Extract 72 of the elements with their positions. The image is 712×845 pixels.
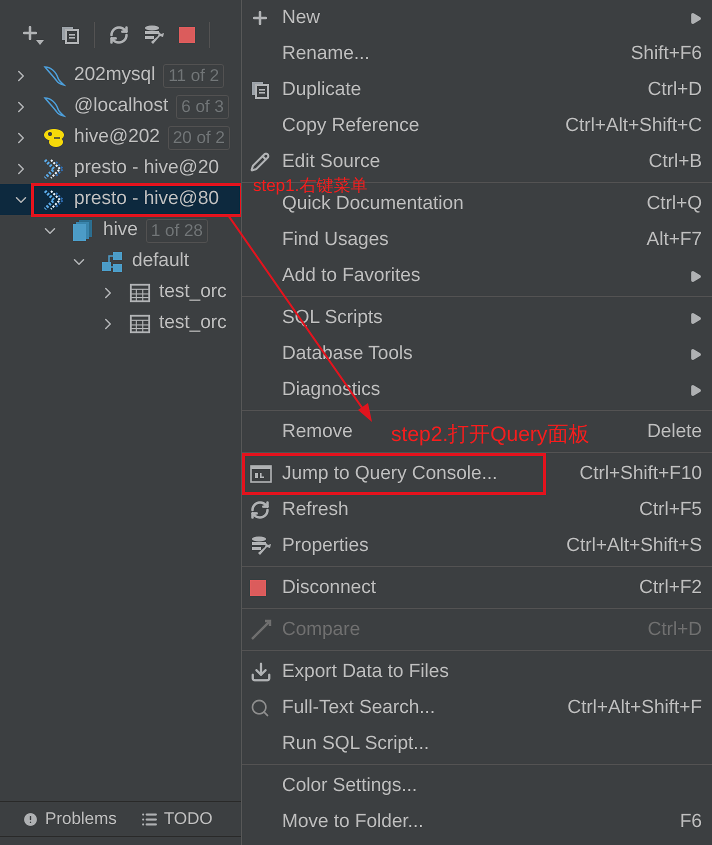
search-icon (250, 698, 270, 718)
menu-item[interactable]: Duplicate (282, 76, 362, 104)
menu-item[interactable]: Rename... (282, 40, 370, 68)
properties-icon (250, 535, 272, 557)
tree-item[interactable]: default (0, 246, 241, 277)
menu-item[interactable]: Move to Folder... (282, 808, 424, 836)
annotation-text: step1.右键菜单 (253, 176, 368, 195)
dolphin-icon (42, 64, 66, 88)
shortcut-label: Delete (647, 420, 702, 444)
tree-label: presto - hive@20 (74, 156, 219, 180)
menu-item[interactable]: Find Usages (282, 226, 389, 254)
tree-item[interactable]: test_orc (0, 308, 241, 339)
menu-item[interactable]: Remove (282, 418, 353, 446)
schema-icon (100, 250, 124, 274)
menu-item[interactable]: Copy Reference (282, 112, 420, 140)
menu-item[interactable]: Properties (282, 532, 369, 560)
menu-item[interactable]: Add to Favorites (282, 262, 420, 290)
shortcut-label: Ctrl+D (648, 78, 702, 102)
shortcut-label: Ctrl+Q (646, 192, 702, 216)
shortcut-label: Ctrl+B (648, 150, 702, 174)
properties-icon (143, 24, 165, 46)
tree-label: hive@202 (74, 125, 160, 150)
tree-label: test_orc (159, 311, 227, 336)
tree-label: @localhost (74, 94, 168, 118)
menu-item[interactable]: Edit Source (282, 148, 380, 176)
tree-label: hive (103, 218, 138, 242)
chevron-logo-icon (42, 156, 66, 180)
chevron-logo-icon (42, 188, 66, 212)
plus-icon (250, 8, 270, 28)
shortcut-label: Alt+F7 (646, 228, 702, 252)
shortcut-label: Shift+F6 (630, 42, 702, 66)
pencil-icon (250, 152, 270, 172)
menu-item[interactable]: Full-Text Search... (282, 694, 436, 722)
menu-item[interactable]: Color Settings... (282, 772, 418, 800)
tree-label: presto - hive@80 (74, 187, 219, 212)
warning-icon (22, 810, 39, 828)
refresh-icon[interactable] (109, 25, 129, 45)
list-icon (140, 810, 158, 828)
shortcut-label: Ctrl+Alt+Shift+C (565, 114, 702, 138)
add-dropdown-icon[interactable] (20, 23, 46, 47)
refresh-icon (250, 500, 270, 520)
stop-icon (250, 580, 266, 596)
annotation-text: step2.打开Query面板 (391, 422, 590, 448)
menu-item[interactable]: Disconnect (282, 574, 376, 602)
menu-item[interactable]: Jump to Query Console... (282, 460, 498, 488)
duplicate-icon (250, 80, 270, 100)
tool-window-tab[interactable]: Problems (22, 806, 117, 832)
table-icon (129, 312, 151, 334)
duplicate-icon (60, 25, 80, 45)
tree-label: 202mysql (74, 63, 156, 88)
compare-icon (250, 619, 272, 641)
shortcut-label: Ctrl+F5 (639, 498, 702, 522)
menu-item[interactable]: New (282, 4, 320, 32)
shortcut-label: Ctrl+Alt+Shift+S (566, 534, 702, 558)
menu-item[interactable]: Export Data to Files (282, 658, 449, 686)
console-icon (250, 464, 272, 484)
dolphin-icon (42, 94, 66, 118)
download-icon (250, 661, 272, 683)
tree-label: test_orc (159, 280, 227, 304)
shortcut-label: F6 (680, 810, 702, 834)
tool-window-tab[interactable]: TODO (140, 806, 213, 832)
shortcut-label: Ctrl+F2 (639, 576, 702, 600)
table-icon (129, 282, 151, 304)
tree-label: default (132, 249, 190, 274)
tree-item[interactable]: test_orc (0, 277, 241, 308)
stacked-pages-icon (71, 218, 95, 242)
shortcut-label: Ctrl+Shift+F10 (580, 462, 702, 486)
tree-item[interactable]: presto - hive@20 (0, 153, 241, 184)
menu-item[interactable]: Run SQL Script... (282, 730, 430, 758)
tree-item[interactable]: presto - hive@80 (0, 184, 241, 215)
menu-item[interactable]: Refresh (282, 496, 349, 524)
shortcut-label: Ctrl+Alt+Shift+F (567, 696, 702, 720)
